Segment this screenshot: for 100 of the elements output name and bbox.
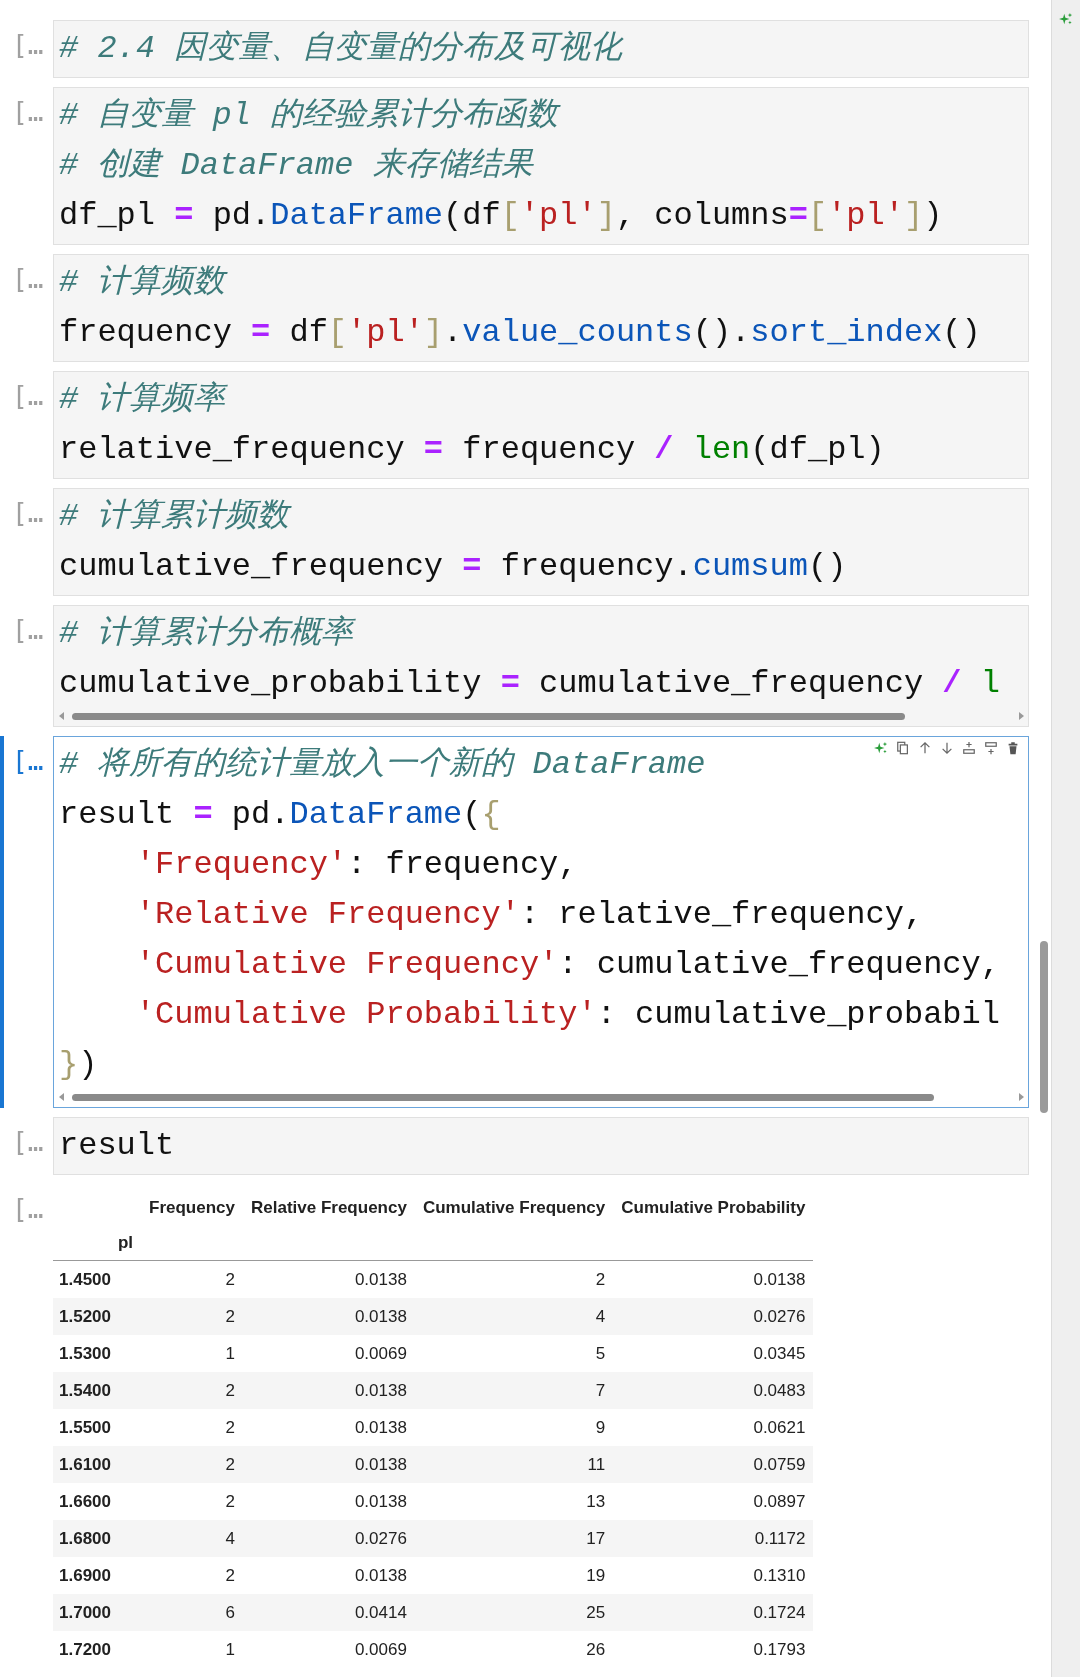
code-cell[interactable]: # 自变量 pl 的经验累计分布函数 # 创建 DataFrame 来存储结果 df_pl = pd.DataFrame(df['pl'], columns=['pl']) [53,87,1029,245]
code-line: 'Frequency': frequency, [134,845,578,885]
table-cell: 0.0138 [243,1483,415,1520]
table-cell: 0.0138 [243,1557,415,1594]
add-below-icon[interactable] [984,741,998,755]
table-cell: 1 [141,1335,243,1372]
row-index: 1.6100 [53,1446,141,1483]
row-index: 1.6600 [53,1483,141,1520]
table-cell: 0.0069 [243,1631,415,1668]
row-index: 1.7000 [53,1594,141,1631]
table-cell: 13 [414,1483,614,1520]
table-cell: 0.1724 [613,1594,814,1631]
table-cell: 0.0276 [243,1520,415,1557]
code-comment: # 自变量 pl 的经验累计分布函数 [59,96,559,136]
code-line: cumulative_probability = cumulative_frequency / l [59,664,1000,704]
code-comment: # 计算频率 [59,380,226,420]
table-cell: 0.0759 [613,1446,814,1483]
table-cell: 0.0138 [243,1409,415,1446]
cell-prompt: [… [11,96,45,127]
code-comment: # 2.4 因变量、自变量的分布及可视化 [59,29,623,69]
code-line: 'Relative Frequency': relative_frequency, [134,895,924,935]
table-cell: 17 [414,1520,614,1557]
table-cell: 0.0414 [243,1594,415,1631]
code-cell[interactable] [53,736,1029,1108]
trash-icon[interactable] [1006,741,1020,755]
table-cell: 2 [141,1483,243,1520]
code-cell[interactable]: # 计算频数 frequency = df['pl'].value_counts().sort_index() [53,254,1029,362]
table-cell: 0.0621 [613,1409,814,1446]
scroll-left-icon[interactable] [59,712,65,720]
table-cell: 2 [141,1446,243,1483]
table-cell: 0.0138 [613,1260,814,1298]
code-cell[interactable]: # 计算累计分布概率 cumulative_probability = cumulative_frequency / l [53,605,1029,727]
cell-prompt: [… [11,1126,45,1157]
table-cell: 0.0483 [613,1372,814,1409]
table-cell: 7 [414,1372,614,1409]
code-cell[interactable]: # 2.4 因变量、自变量的分布及可视化 [53,20,1029,78]
scrollbar-thumb[interactable] [1040,941,1048,1113]
table-cell: 11 [414,1446,614,1483]
row-index: 1.5500 [53,1409,141,1446]
table-cell: 26 [414,1631,614,1668]
table-cell: 1 [141,1631,243,1668]
row-index: 1.6900 [53,1557,141,1594]
table-cell: 2 [414,1260,614,1298]
code-comment: # 计算累计分布概率 [59,614,354,654]
code-line: result [59,1126,175,1166]
table-cell: 4 [414,1298,614,1335]
sparkle-icon[interactable] [1059,12,1073,26]
table-cell: 0.0138 [243,1446,415,1483]
cell-prompt: [… [11,614,45,645]
cell-prompt: [… [11,380,45,411]
table-cell: 5 [414,1335,614,1372]
table-cell: 0.0138 [243,1260,415,1298]
scrollbar-thumb[interactable] [72,1093,934,1101]
code-cell[interactable]: # 计算累计频数 cumulative_frequency = frequency.cumsum() [53,488,1029,596]
row-index: 1.5200 [53,1298,141,1335]
code-line: 'Cumulative Frequency': cumulative_frequency, [134,945,1000,985]
table-cell: 19 [414,1557,614,1594]
column-header: Cumulative Probability [620,1196,807,1219]
table-cell: 2 [141,1298,243,1335]
table-cell: 0.0897 [613,1483,814,1520]
row-index: 1.5400 [53,1372,141,1409]
code-line: cumulative_frequency = frequency.cumsum() [59,547,847,587]
table-cell: 0.1793 [613,1631,814,1668]
column-header: Relative Frequency [250,1196,408,1219]
code-line: relative_frequency = frequency / len(df_pl) [59,430,885,470]
scroll-right-icon[interactable] [1018,712,1024,720]
arrow-down-icon[interactable] [940,741,954,755]
cell-prompt: [… [11,745,45,776]
table-cell: 0.0069 [243,1335,415,1372]
scroll-right-icon[interactable] [1018,1093,1024,1101]
copy-icon[interactable] [896,741,910,755]
row-index: 1.7200 [53,1631,141,1668]
code-comment: # 计算频数 [59,263,226,303]
add-above-icon[interactable] [962,741,976,755]
column-header: Frequency [148,1196,236,1219]
table-cell: 0.0138 [243,1372,415,1409]
code-cell[interactable]: result [53,1117,1029,1175]
table-cell: 9 [414,1409,614,1446]
cell-prompt: [… [11,29,45,60]
row-index: 1.5300 [53,1335,141,1372]
row-index: 1.4500 [53,1260,141,1298]
code-line: result = pd.DataFrame({ [59,795,501,835]
code-comment: # 计算累计频数 [59,497,290,537]
table-cell: 2 [141,1409,243,1446]
column-header: Cumulative Frequency [421,1196,607,1219]
code-line: frequency = df['pl'].value_counts().sort_index() [59,313,981,353]
table-cell: 4 [141,1520,243,1557]
arrow-up-icon[interactable] [918,741,932,755]
table-cell: 0.0138 [243,1298,415,1335]
cell-prompt: [… [11,1193,45,1224]
sparkle-icon[interactable] [874,741,888,755]
cell-prompt: [… [11,497,45,528]
scroll-left-icon[interactable] [59,1093,65,1101]
table-cell: 2 [141,1260,243,1298]
code-comment: # 创建 DataFrame 来存储结果 [59,146,533,186]
code-cell[interactable]: # 计算频率 relative_frequency = frequency / len(df_pl) [53,371,1029,479]
table-cell: 0.1310 [613,1557,814,1594]
code-line: }) [59,1045,98,1085]
cell-prompt: [… [11,263,45,294]
scrollbar-thumb[interactable] [72,712,906,720]
